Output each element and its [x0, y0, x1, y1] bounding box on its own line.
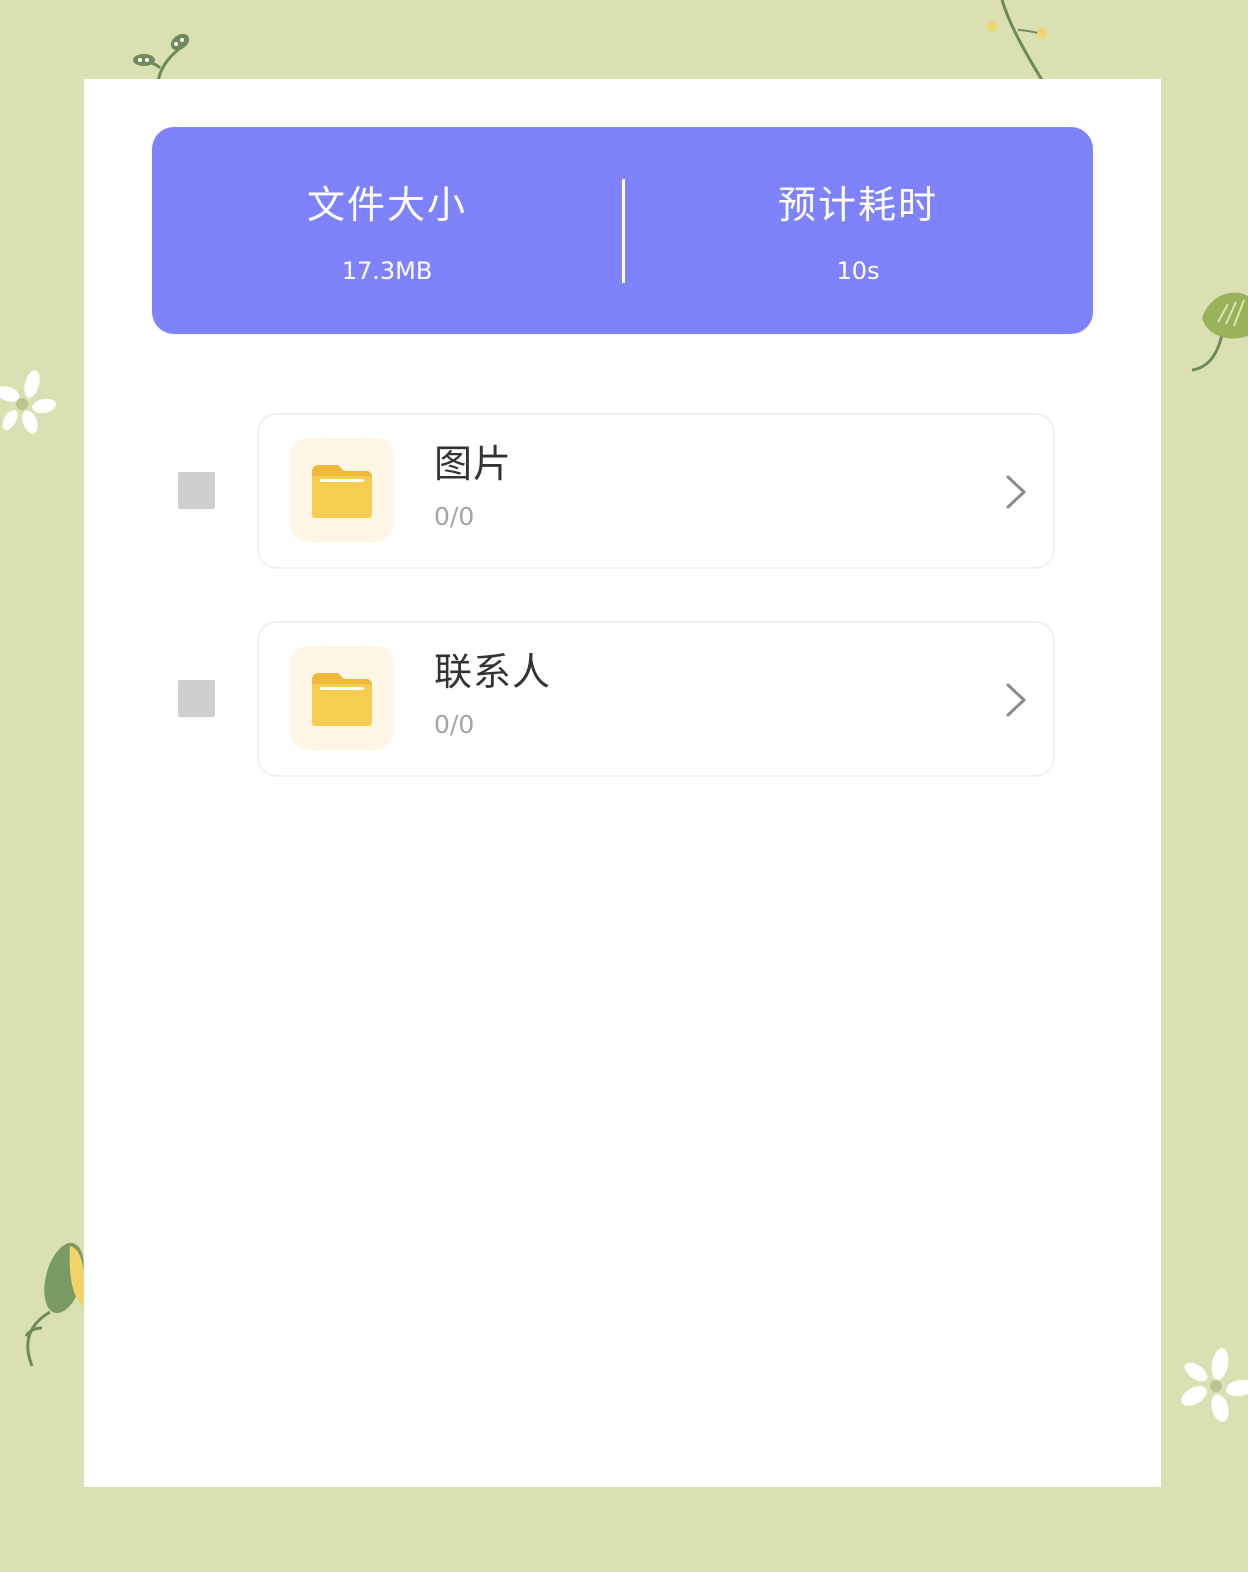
estimated-time-label: 预计耗时 [777, 183, 938, 227]
estimated-time-value: 10s [836, 257, 880, 285]
floral-decoration-right [1191, 292, 1248, 372]
item-count: 0/0 [434, 710, 475, 739]
list-item-pictures: 图片 0/0 [84, 413, 1161, 569]
folder-icon-tile [290, 646, 394, 750]
estimated-time-section: 预计耗时 10s [623, 127, 1093, 334]
file-size-label: 文件大小 [306, 183, 467, 227]
checkbox-contacts[interactable] [178, 680, 215, 717]
item-title: 图片 [434, 442, 513, 486]
folder-icon [312, 465, 372, 518]
list-item-contacts: 联系人 0/0 [84, 621, 1161, 777]
floral-decoration-top-left [133, 33, 190, 83]
floral-decoration-top-right [987, 0, 1047, 81]
floral-decoration-bottom-left [24, 1242, 85, 1367]
item-title: 联系人 [434, 650, 552, 694]
flower-decoration-left [0, 370, 56, 434]
transfer-summary-panel: 文件大小 17.3MB 预计耗时 10s [152, 127, 1093, 334]
checkbox-pictures[interactable] [178, 472, 215, 509]
file-size-value: 17.3MB [341, 257, 433, 285]
item-card-contacts[interactable]: 联系人 0/0 [257, 621, 1055, 777]
folder-icon [312, 673, 372, 726]
file-size-section: 文件大小 17.3MB [152, 127, 622, 334]
folder-icon-tile [290, 438, 394, 542]
chevron-right-icon [1006, 475, 1026, 509]
item-card-pictures[interactable]: 图片 0/0 [257, 413, 1055, 569]
chevron-right-icon [1006, 683, 1026, 717]
main-card: 文件大小 17.3MB 预计耗时 10s 图片 0/0 联系人 0/0 [84, 79, 1161, 1487]
flower-decoration-bottom-right [1181, 1348, 1248, 1422]
item-count: 0/0 [434, 502, 475, 531]
